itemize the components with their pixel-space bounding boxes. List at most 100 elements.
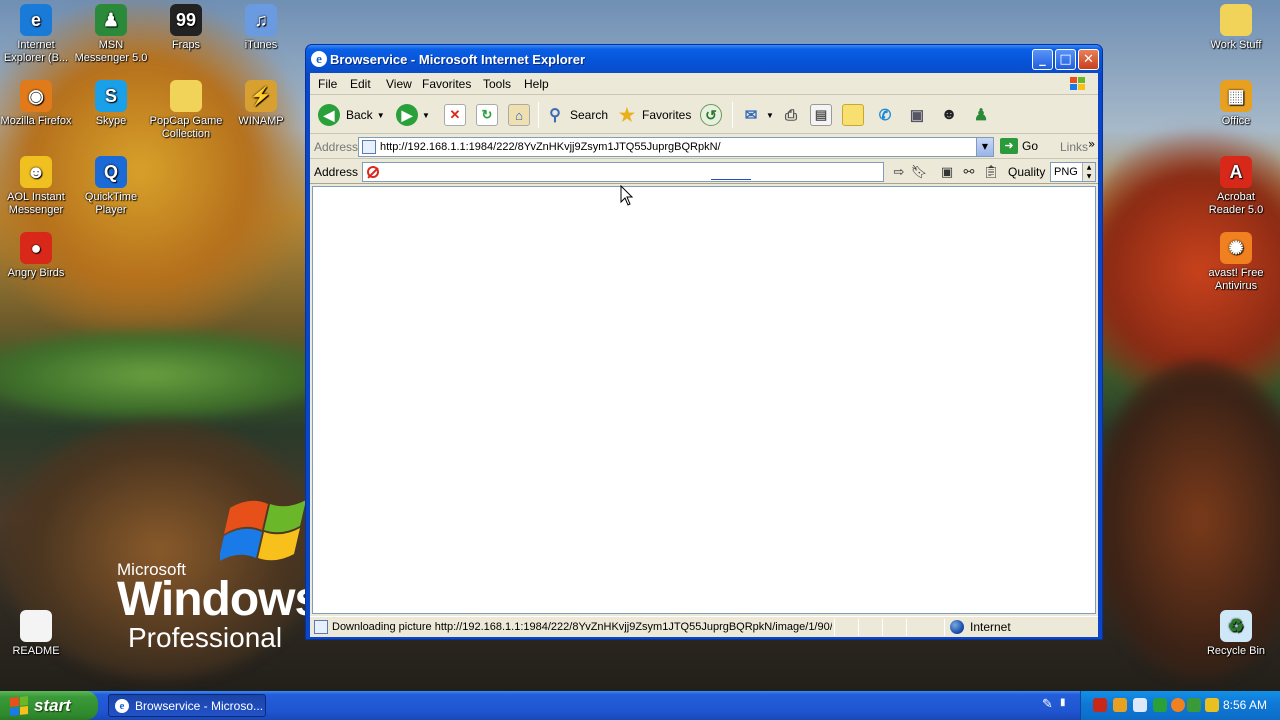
tray-update-icon[interactable] xyxy=(1187,698,1201,712)
desktop-icon[interactable]: PopCap Game Collection xyxy=(148,80,224,141)
browservice-address-input[interactable] xyxy=(362,162,884,182)
desktop-icon[interactable]: ✺ avast! Free Antivirus xyxy=(1198,232,1274,293)
aim-running-man-icon: ☻ xyxy=(940,106,958,123)
address-dropdown-icon[interactable]: ▼ xyxy=(976,138,993,156)
forward-dropdown-icon[interactable]: ▼ xyxy=(422,111,430,120)
favorites-star-icon: ★ xyxy=(618,104,636,125)
desktop-icon[interactable]: ▦ Office xyxy=(1198,80,1274,128)
refresh-button[interactable]: ↻ xyxy=(476,102,498,128)
go-button[interactable]: ➜ Go xyxy=(1000,138,1038,154)
desktop-icon[interactable]: S Skype xyxy=(73,80,149,128)
tray-network-icon[interactable] xyxy=(1113,698,1127,712)
quality-spinner-icon[interactable]: ▲ ▼ xyxy=(1082,163,1095,181)
aim-button[interactable]: ☻ xyxy=(938,102,960,128)
minimize-button[interactable]: _ xyxy=(1032,49,1053,70)
desktop-icon[interactable]: ♫ iTunes xyxy=(223,4,299,52)
research-button[interactable]: ▣ xyxy=(906,102,928,128)
browservice-go-icon[interactable]: ⇨ xyxy=(890,164,908,181)
tray-winamp-icon[interactable] xyxy=(1205,698,1219,712)
clipboard-icon[interactable]: 📋︎ xyxy=(982,164,1000,181)
tray-avast-icon[interactable] xyxy=(1171,698,1185,712)
search-button[interactable]: ⚲ Search xyxy=(544,102,608,128)
language-bar-icon[interactable]: ▮ xyxy=(1060,697,1066,708)
angry-birds-icon: ● xyxy=(20,232,52,264)
tray-device-icon[interactable] xyxy=(1133,698,1147,712)
pen-icon[interactable]: ✎ xyxy=(1042,697,1053,712)
ie-logo-icon: e xyxy=(311,51,327,67)
skype-icon: S xyxy=(95,80,127,112)
go-arrow-icon: ➜ xyxy=(1000,138,1018,154)
system-tray: 8:56 AM xyxy=(1080,691,1280,720)
msn-button[interactable]: ♟ xyxy=(970,102,992,128)
forward-button[interactable]: ▶ ▼ xyxy=(396,102,430,128)
msn-buddy-icon: ♟ xyxy=(973,107,989,124)
print-button[interactable]: ⎙ xyxy=(780,102,802,128)
desktop-icon[interactable]: ☻ AOL Instant Messenger xyxy=(0,156,74,217)
back-dropdown-icon[interactable]: ▼ xyxy=(377,111,385,120)
stop-button[interactable]: ✕ xyxy=(444,102,466,128)
security-zone[interactable]: Internet xyxy=(950,620,1011,634)
start-button[interactable]: start xyxy=(0,691,98,720)
edit-button[interactable]: ▤ xyxy=(810,102,832,128)
desktop-icon[interactable]: 99 Fraps xyxy=(148,4,224,52)
menu-file[interactable]: File xyxy=(318,77,337,91)
taskbar-item-browservice[interactable]: e Browservice - Microso... xyxy=(108,694,266,717)
desktop-icon-label: Recycle Bin xyxy=(1206,645,1266,657)
links-label[interactable]: Links xyxy=(1060,140,1088,154)
menu-view[interactable]: View xyxy=(386,77,412,91)
discuss-button[interactable] xyxy=(842,102,864,128)
links-chevron-icon[interactable]: » xyxy=(1088,137,1095,151)
desktop-icon-label: Work Stuff xyxy=(1210,39,1262,51)
messenger-button[interactable]: ✆ xyxy=(874,102,896,128)
msn-messenger-icon: ♟ xyxy=(95,4,127,36)
desktop-icon[interactable]: ⚡ WINAMP xyxy=(223,80,299,128)
desktop-icon-label: iTunes xyxy=(244,39,278,51)
desktop-icon[interactable]: Work Stuff xyxy=(1198,4,1274,52)
desktop-icon[interactable]: ♻ Recycle Bin xyxy=(1198,610,1274,658)
page-content-area[interactable] xyxy=(312,185,1096,614)
menu-help[interactable]: Help xyxy=(524,77,549,91)
tray-messenger-icon[interactable] xyxy=(1153,698,1167,712)
research-icon: ▣ xyxy=(909,107,925,124)
menu-tools[interactable]: Tools xyxy=(483,77,511,91)
favorites-button[interactable]: ★ Favorites xyxy=(616,102,691,128)
address-input[interactable]: http://192.168.1.1:1984/222/8YvZnHKvjj9Z… xyxy=(358,137,994,157)
find-binoculars-icon[interactable]: ⚯ xyxy=(960,164,978,181)
screenshot-icon[interactable]: ▣ xyxy=(938,164,956,181)
maximize-button[interactable]: □ xyxy=(1055,49,1076,70)
text-document-icon xyxy=(20,610,52,642)
history-button[interactable]: ↺ xyxy=(700,102,722,128)
zone-label: Internet xyxy=(970,620,1011,634)
bookmark-icon[interactable]: 🔖︎ xyxy=(910,164,928,181)
desktop-icon[interactable]: ● Angry Birds xyxy=(0,232,74,280)
quality-select[interactable]: PNG ▲ ▼ xyxy=(1050,162,1096,182)
desktop-icon[interactable]: Q QuickTime Player xyxy=(73,156,149,217)
status-pane-divider xyxy=(834,619,835,636)
desktop-icon[interactable]: ◉ Mozilla Firefox xyxy=(0,80,74,128)
mail-dropdown-icon[interactable]: ▼ xyxy=(766,111,774,120)
close-button[interactable]: ✕ xyxy=(1078,49,1099,70)
menu-edit[interactable]: Edit xyxy=(350,77,371,91)
folder-icon xyxy=(1220,4,1252,36)
tray-security-icon[interactable] xyxy=(1093,698,1107,712)
no-security-icon xyxy=(367,166,379,178)
quality-value: PNG xyxy=(1054,166,1078,178)
desktop-icon-label: Mozilla Firefox xyxy=(0,115,72,127)
menu-favorites[interactable]: Favorites xyxy=(422,77,471,91)
window-title-bar[interactable]: e Browservice - Microsoft Internet Explo… xyxy=(306,45,1102,73)
desktop-icon[interactable]: ♟ MSN Messenger 5.0 xyxy=(73,4,149,65)
home-icon: ⌂ xyxy=(508,104,530,126)
desktop-icon-label: Office xyxy=(1221,115,1251,127)
winamp-icon: ⚡ xyxy=(245,80,277,112)
desktop-icon[interactable]: A Acrobat Reader 5.0 xyxy=(1198,156,1274,217)
quality-label: Quality xyxy=(1008,165,1046,179)
office-icon: ▦ xyxy=(1220,80,1252,112)
back-button[interactable]: ◀ Back ▼ xyxy=(318,102,385,128)
mail-button[interactable]: ✉ ▼ xyxy=(740,102,774,128)
desktop-icon[interactable]: e Internet Explorer (B... xyxy=(0,4,74,65)
browservice-address-label: Address xyxy=(314,165,359,179)
desktop-icon[interactable]: README xyxy=(0,610,74,658)
home-button[interactable]: ⌂ xyxy=(508,102,530,128)
search-icon: ⚲ xyxy=(549,107,561,124)
desktop-icon-label: MSN Messenger 5.0 xyxy=(74,39,148,64)
